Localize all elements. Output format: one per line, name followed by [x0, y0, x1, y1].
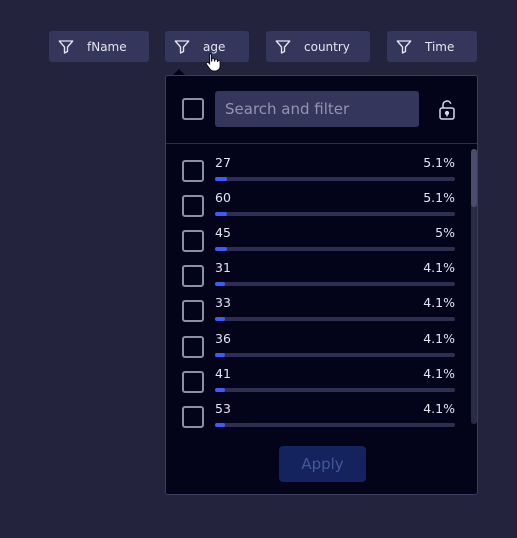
list-item[interactable]: 31 4.1% [166, 252, 477, 287]
item-bar-fill [215, 388, 225, 392]
item-value: 36 [215, 331, 231, 346]
item-bar-fill [215, 247, 227, 251]
item-bar [215, 212, 455, 216]
item-checkbox[interactable] [182, 195, 204, 217]
filter-icon [57, 38, 75, 56]
item-bar [215, 177, 455, 181]
item-value: 33 [215, 295, 231, 310]
item-bar [215, 353, 455, 357]
filter-chip-fname[interactable]: fName [49, 31, 149, 62]
item-bar [215, 247, 455, 251]
item-percent: 5.1% [423, 190, 455, 205]
item-percent: 4.1% [423, 295, 455, 310]
filter-icon [173, 38, 191, 56]
filter-chip-label: country [304, 39, 350, 54]
item-percent: 5.1% [423, 155, 455, 170]
apply-button[interactable]: Apply [279, 446, 366, 482]
item-value: 60 [215, 190, 231, 205]
list-item[interactable]: 33 4.1% [166, 287, 477, 322]
item-checkbox[interactable] [182, 300, 204, 322]
item-value: 53 [215, 401, 231, 416]
list-item[interactable]: 36 4.1% [166, 323, 477, 358]
item-value: 45 [215, 225, 231, 240]
item-bar [215, 317, 455, 321]
item-percent: 4.1% [423, 260, 455, 275]
item-checkbox[interactable] [182, 265, 204, 287]
item-bar-fill [215, 212, 228, 216]
dropdown-header [166, 76, 477, 144]
item-checkbox[interactable] [182, 160, 204, 182]
item-bar-fill [215, 317, 225, 321]
select-all-checkbox[interactable] [182, 98, 204, 120]
filter-chip-label: Time [425, 39, 455, 54]
filter-icon [395, 38, 413, 56]
filter-dropdown: 27 5.1% 60 5.1% 45 5% 31 4.1% 33 4.1% [165, 75, 478, 495]
item-percent: 4.1% [423, 366, 455, 381]
item-percent: 4.1% [423, 401, 455, 416]
filter-chip-time[interactable]: Time [387, 31, 477, 62]
item-value: 41 [215, 366, 231, 381]
value-list: 27 5.1% 60 5.1% 45 5% 31 4.1% 33 4.1% 36… [166, 144, 477, 429]
unlock-icon[interactable] [438, 100, 456, 120]
item-bar-fill [215, 282, 225, 286]
filter-icon [274, 38, 292, 56]
item-checkbox[interactable] [182, 406, 204, 428]
item-bar [215, 282, 455, 286]
list-item[interactable]: 60 5.1% [166, 182, 477, 217]
filter-chip-label: fName [87, 39, 127, 54]
item-bar-fill [215, 353, 225, 357]
item-bar [215, 423, 455, 427]
item-checkbox[interactable] [182, 336, 204, 358]
item-percent: 4.1% [423, 331, 455, 346]
item-checkbox[interactable] [182, 371, 204, 393]
item-checkbox[interactable] [182, 230, 204, 252]
item-value: 27 [215, 155, 231, 170]
search-input[interactable] [215, 91, 419, 127]
item-bar [215, 388, 455, 392]
list-item[interactable]: 41 4.1% [166, 358, 477, 393]
item-bar-fill [215, 177, 228, 181]
list-item[interactable]: 53 4.1% [166, 393, 477, 428]
item-percent: 5% [435, 225, 455, 240]
filter-chip-country[interactable]: country [266, 31, 370, 62]
item-value: 31 [215, 260, 231, 275]
hand-cursor-icon [205, 52, 221, 72]
list-item[interactable]: 45 5% [166, 217, 477, 252]
scrollbar-thumb[interactable] [471, 149, 477, 207]
list-item[interactable]: 27 5.1% [166, 147, 477, 182]
item-bar-fill [215, 423, 225, 427]
